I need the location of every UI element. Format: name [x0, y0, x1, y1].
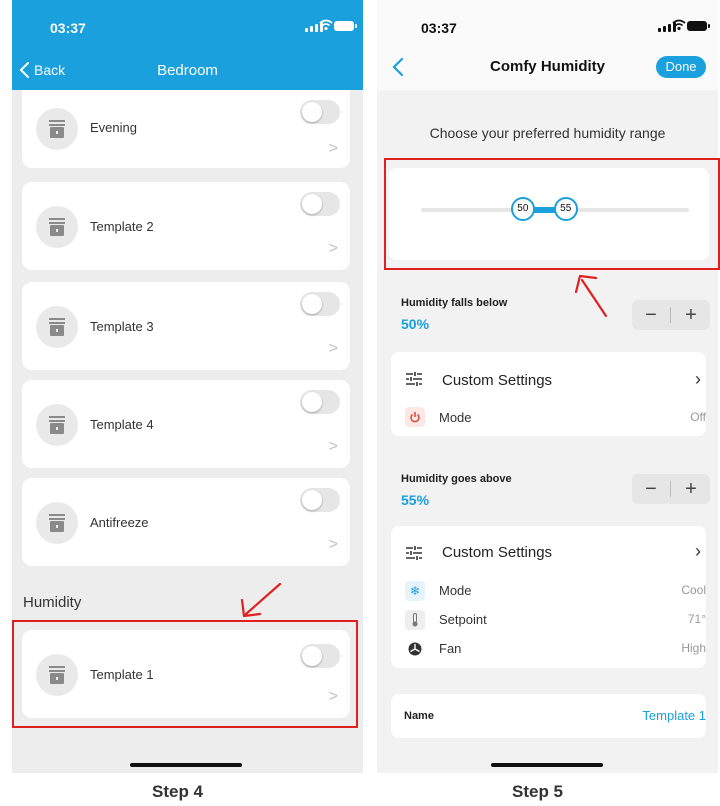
item-label: Evening: [90, 120, 137, 135]
increase-button[interactable]: +: [672, 300, 710, 330]
sliders-icon: [406, 546, 422, 560]
annotation-arrow-icon: [240, 582, 282, 618]
chevron-right-icon: ›: [695, 541, 701, 561]
sliders-icon: [406, 372, 422, 386]
status-time: 03:37: [421, 20, 457, 36]
fan-label: Fan: [439, 641, 462, 656]
item-icon-bg: [36, 206, 78, 248]
archive-box-icon: [49, 416, 65, 434]
item-toggle[interactable]: [300, 488, 340, 512]
snowflake-icon: ❄: [405, 581, 425, 601]
right-phone-screen: 03:37 Comfy Humidity Done Choose your pr…: [377, 0, 718, 773]
mode-value[interactable]: Off: [690, 410, 706, 424]
scene-item-evening[interactable]: Evening >: [22, 90, 350, 168]
thermometer-icon: [405, 610, 425, 630]
nav-bar: Back Bedroom: [12, 50, 363, 90]
home-indicator: [491, 763, 603, 767]
setpoint-label: Setpoint: [439, 612, 487, 627]
status-time: 03:37: [50, 20, 86, 36]
caption-step-5: Step 5: [512, 782, 564, 801]
item-label: Template 2: [90, 219, 154, 234]
fan-value[interactable]: High: [681, 641, 706, 655]
archive-box-icon: [49, 514, 65, 532]
wifi-icon: [672, 19, 686, 31]
power-icon: [405, 407, 425, 427]
battery-icon: [687, 21, 710, 31]
goes-above-settings-card: Custom Settings › ❄ Mode Cool Setpoint 7…: [391, 526, 706, 668]
falls-below-stepper: − +: [632, 300, 710, 330]
archive-box-icon: [49, 318, 65, 336]
section-title-humidity: Humidity: [23, 594, 82, 611]
setpoint-value[interactable]: 71°: [688, 612, 706, 626]
mode-label: Mode: [439, 410, 472, 425]
increase-button[interactable]: +: [672, 474, 710, 504]
annotation-highlight-box: [12, 620, 358, 728]
item-icon-bg: [36, 502, 78, 544]
page-title: Bedroom: [157, 62, 218, 79]
wifi-icon: [319, 19, 333, 31]
done-button[interactable]: Done: [656, 56, 706, 78]
item-label: Template 3: [90, 319, 154, 334]
battery-icon: [334, 21, 357, 31]
chevron-right-icon: ›: [695, 369, 701, 389]
falls-below-settings-card: Custom Settings › Mode Off: [391, 352, 706, 436]
home-indicator: [130, 763, 242, 767]
status-bar: 03:37: [12, 0, 363, 50]
chevron-right-icon: >: [328, 438, 338, 455]
archive-box-icon: [49, 218, 65, 236]
range-prompt: Choose your preferred humidity range: [429, 125, 666, 141]
item-toggle[interactable]: [300, 390, 340, 414]
custom-settings-label[interactable]: Custom Settings: [442, 544, 552, 561]
header: 03:37 Comfy Humidity Done: [377, 0, 718, 90]
name-value[interactable]: Template 1: [642, 708, 706, 723]
goes-above-value: 55%: [401, 492, 430, 508]
scene-item-template-4[interactable]: Template 4 >: [22, 380, 350, 468]
item-toggle[interactable]: [300, 192, 340, 216]
falls-below-label: Humidity falls below: [401, 297, 508, 309]
item-icon-bg: [36, 306, 78, 348]
falls-below-value: 50%: [401, 316, 430, 332]
scene-item-template-3[interactable]: Template 3 >: [22, 282, 350, 370]
item-toggle[interactable]: [300, 100, 340, 124]
fan-icon: [405, 639, 425, 659]
name-row[interactable]: Name Template 1: [391, 694, 706, 738]
archive-box-icon: [49, 120, 65, 138]
decrease-button[interactable]: −: [632, 474, 670, 504]
name-label: Name: [404, 710, 434, 722]
goes-above-stepper: − +: [632, 474, 710, 504]
decrease-button[interactable]: −: [632, 300, 670, 330]
item-label: Template 4: [90, 417, 154, 432]
chevron-right-icon: >: [328, 340, 338, 357]
item-toggle[interactable]: [300, 292, 340, 316]
item-icon-bg: [36, 404, 78, 446]
chevron-right-icon: >: [328, 240, 338, 257]
item-icon-bg: [36, 108, 78, 150]
scene-item-template-2[interactable]: Template 2 >: [22, 182, 350, 270]
item-label: Antifreeze: [90, 515, 149, 530]
mode-label: Mode: [439, 583, 472, 598]
chevron-right-icon: >: [328, 140, 338, 157]
caption-step-4: Step 4: [152, 782, 204, 801]
chevron-right-icon: >: [328, 536, 338, 553]
goes-above-label: Humidity goes above: [401, 473, 512, 485]
mode-value[interactable]: Cool: [681, 583, 706, 597]
annotation-highlight-box: [384, 158, 720, 270]
annotation-arrow-icon: [574, 274, 608, 318]
custom-settings-label[interactable]: Custom Settings: [442, 372, 552, 389]
scene-item-antifreeze[interactable]: Antifreeze >: [22, 478, 350, 566]
